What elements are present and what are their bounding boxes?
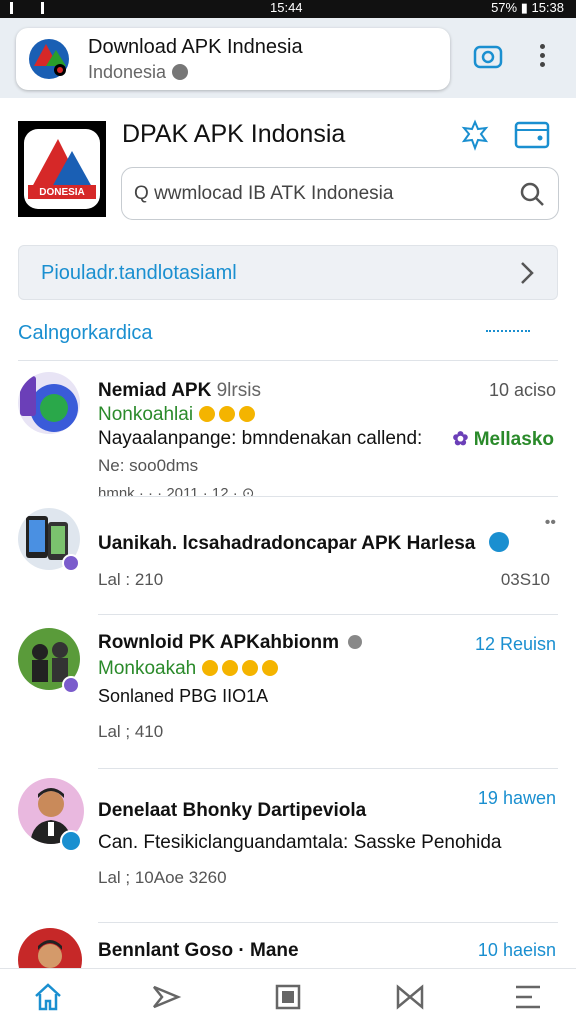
share-icon[interactable] — [150, 981, 182, 1013]
status-time: 15:44 — [270, 0, 303, 15]
category-more-icon[interactable] — [486, 330, 530, 336]
globe-icon — [348, 635, 363, 649]
promo-banner-text: Piouladr.tandlotasiaml — [41, 262, 237, 284]
feed-item-title: Uanikah. lcsahadradoncapar APK Harlesa — [98, 532, 509, 555]
status-right: 57% ▮ 15:38 — [491, 0, 564, 15]
feed-item-title: Nemiad APK 9lrsis — [98, 380, 261, 402]
verified-badge-icon — [62, 676, 80, 694]
url-bar[interactable]: Download APK Indnesia Indonesia — [16, 28, 450, 90]
verified-badge-icon — [62, 554, 80, 572]
person-icon — [38, 940, 62, 968]
site-logo[interactable]: DONESIA — [18, 121, 106, 217]
feed-item-title: Bennlant Goso · Mane — [98, 940, 299, 961]
search-input-text: Q wwmlocad IB ATK Indonesia — [134, 183, 393, 205]
feed-item-title-text: Rownloid PK APKahbionm — [98, 632, 340, 653]
feed-item[interactable]: Bennlant Goso · Mane 10 haeisn — [0, 926, 576, 968]
divider — [18, 360, 558, 361]
feed-item-time: 10 aciso — [488, 380, 556, 400]
more-dots-icon[interactable]: •• — [545, 514, 556, 532]
browser-toolbar: Download APK Indnesia Indonesia — [0, 18, 576, 98]
bottom-tab-bar — [0, 968, 576, 1024]
feed-item-title-extra: 9lrsis — [216, 380, 261, 401]
overflow-menu-icon[interactable] — [530, 38, 554, 74]
feed-item-text: Sonlaned PBG IIO1A — [98, 686, 269, 706]
feed-item[interactable]: Rownloid PK APKahbionm 12 Reuisn Monkoak… — [0, 622, 576, 762]
site-logo-art-icon — [24, 129, 100, 209]
avatar — [18, 372, 80, 434]
feed-item[interactable]: 19 hawen Denelaat Bhonky Dartipeviola Ca… — [0, 776, 576, 916]
feed-item-side-tag: ✿ Mellasko — [453, 428, 554, 451]
feed-item-meta: Lal : 210 — [98, 570, 164, 589]
feed-item-time: 10 haeisn — [477, 940, 556, 960]
badge-star-icon[interactable] — [459, 119, 491, 151]
feed-item-title-text: Uanikah. lcsahadradoncapar APK Harlesa — [98, 533, 476, 554]
emoji-icon — [199, 404, 259, 426]
search-icon[interactable] — [518, 180, 546, 208]
home-icon[interactable] — [32, 981, 64, 1013]
avatar — [18, 928, 82, 968]
feed-item-tag-text: Nonkoahlai — [98, 404, 194, 425]
url-bar-subtitle-text: Indonesia — [88, 62, 167, 82]
bookmark-icon[interactable] — [272, 981, 304, 1013]
category-label[interactable]: Calngorkardica — [18, 322, 153, 345]
feed-item-text: Can. Ftesikiclanguandamtala: Sasske Peno… — [98, 832, 502, 853]
feed-item-tag: Nonkoahlai — [98, 404, 259, 426]
site-favicon-icon — [29, 39, 69, 79]
divider — [98, 496, 558, 497]
feed-item-meta: Lal ; 410 — [98, 722, 164, 741]
url-bar-subtitle: Indonesia — [88, 62, 189, 83]
feed-item-title: Rownloid PK APKahbionm — [98, 632, 363, 654]
search-input[interactable]: Q wwmlocad IB ATK Indonesia — [121, 167, 559, 220]
site-logo-text: DONESIA — [39, 187, 85, 198]
info-icon — [488, 532, 509, 552]
emoji-icon — [202, 658, 282, 680]
site-title: DPAK APK Indonsia — [122, 120, 346, 148]
grape-icon: ✿ — [452, 429, 474, 450]
promo-banner[interactable]: Piouladr.tandlotasiaml — [18, 245, 558, 300]
globe-icon — [172, 64, 189, 80]
divider — [98, 922, 558, 923]
search-prefix-icon: Q — [134, 183, 155, 204]
status-bar: 15:44 57% ▮ 15:38 — [0, 0, 576, 18]
divider — [98, 768, 558, 769]
feed-item-time: 12 Reuisn — [474, 634, 556, 654]
feed-item-text: Nayaalanpange: bmndenakan callend: — [98, 428, 423, 449]
divider — [98, 614, 558, 615]
feed-item-title-text: Nemiad APK — [98, 380, 212, 401]
camera-icon[interactable] — [470, 38, 506, 74]
menu-icon[interactable] — [512, 981, 544, 1013]
feed-item-time: 19 hawen — [477, 788, 556, 808]
feed-item-title: Denelaat Bhonky Dartipeviola — [98, 800, 367, 821]
bow-icon[interactable] — [394, 981, 426, 1013]
app-icon — [20, 376, 78, 432]
feed-item-tag-text: Monkoakah — [98, 658, 197, 679]
feed-item-side-tag-text: Mellasko — [473, 429, 554, 450]
feed-item-meta-right: 03S10 — [500, 570, 550, 589]
feed-item[interactable]: •• Uanikah. lcsahadradoncapar APK Harles… — [0, 504, 576, 614]
signal-icon — [10, 2, 44, 14]
feed-item-meta: Lal ; 10Aoe 3260 — [98, 868, 227, 887]
verified-badge-icon — [60, 830, 82, 852]
card-icon[interactable] — [514, 121, 550, 149]
feed-item-meta: Ne: soo0dms — [98, 456, 199, 475]
url-bar-title: Download APK Indnesia — [88, 36, 303, 58]
chevron-right-icon — [521, 262, 534, 284]
feed-item[interactable]: Nemiad APK 9lrsis 10 aciso Nonkoahlai Na… — [0, 370, 576, 496]
feed-item-meta-2: hmnk · · · 2011 · 12 · ⊙ — [98, 485, 255, 496]
search-input-value: wwmlocad IB ATK Indonesia — [154, 183, 394, 204]
feed-item-tag: Monkoakah — [98, 658, 282, 680]
